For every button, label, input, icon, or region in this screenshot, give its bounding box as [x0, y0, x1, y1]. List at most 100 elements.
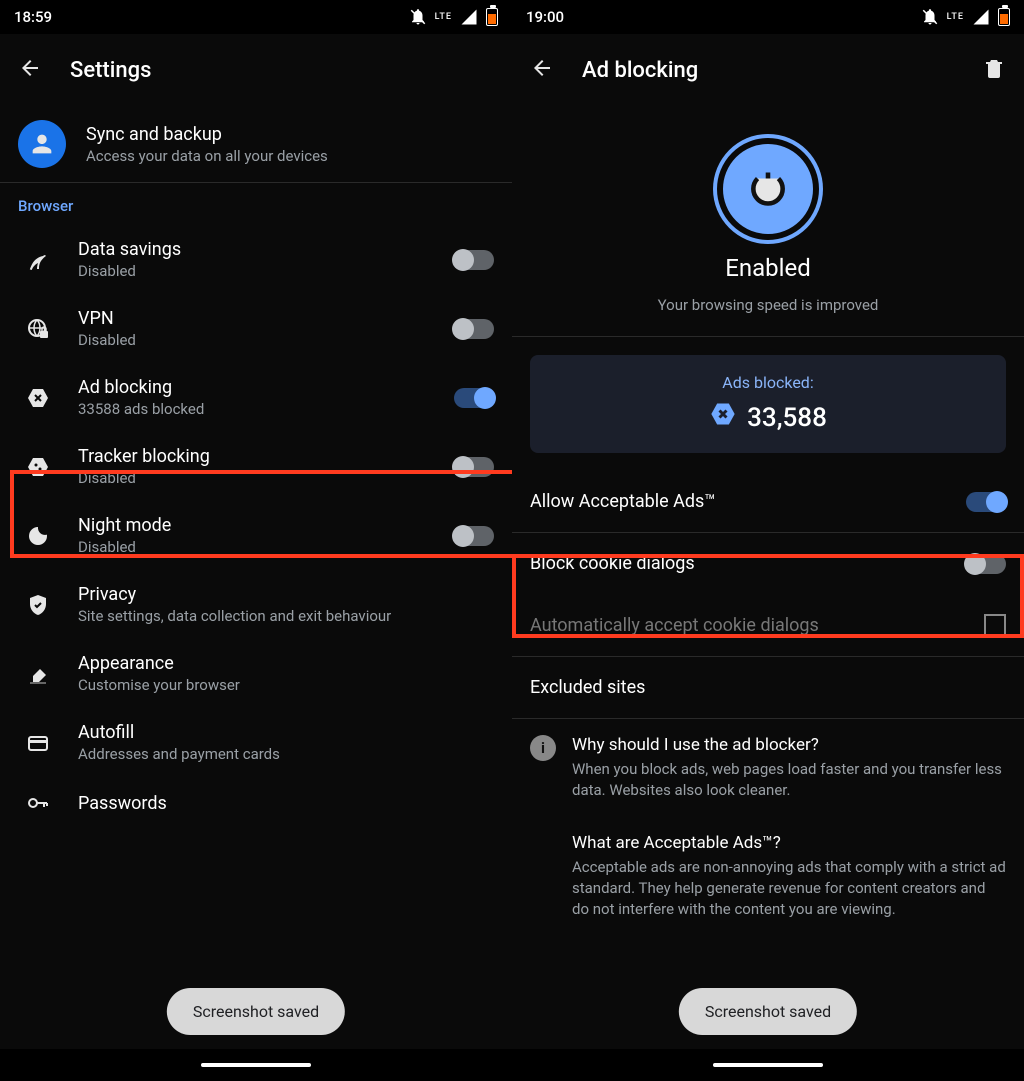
- account-avatar-icon: [18, 120, 66, 168]
- shield-check-icon: [18, 593, 58, 617]
- footprints-hex-icon: [18, 455, 58, 479]
- status-bar: 19:00 LTE: [512, 0, 1024, 34]
- hero-title: Enabled: [725, 254, 811, 282]
- block-cookie-dialogs-row[interactable]: Block cookie dialogs: [512, 533, 1024, 594]
- battery-icon: [998, 8, 1010, 26]
- row-label: Excluded sites: [530, 677, 645, 698]
- signal-icon: [460, 8, 478, 26]
- stats-label: Ads blocked:: [722, 373, 813, 392]
- excluded-sites-row[interactable]: Excluded sites: [512, 657, 1024, 718]
- item-title: Night mode: [78, 515, 434, 536]
- auto-accept-checkbox: [984, 614, 1006, 636]
- appearance-row[interactable]: Appearance Customise your browser: [0, 639, 512, 708]
- ad-blocking-screen: 19:00 LTE Ad blocking Enabled Your brows…: [512, 0, 1024, 1081]
- item-title: Privacy: [78, 584, 494, 605]
- app-bar: Settings: [0, 34, 512, 106]
- autofill-row[interactable]: Autofill Addresses and payment cards: [0, 708, 512, 777]
- item-title: Autofill: [78, 722, 494, 743]
- item-sub: 33588 ads blocked: [78, 400, 434, 418]
- leaf-icon: [18, 248, 58, 272]
- data-savings-row[interactable]: Data savings Disabled: [0, 225, 512, 294]
- hexagon-x-icon: [709, 400, 737, 435]
- auto-accept-cookie-row: Automatically accept cookie dialogs: [512, 594, 1024, 656]
- allow-acceptable-ads-row[interactable]: Allow Acceptable Ads™: [512, 471, 1024, 532]
- passwords-row[interactable]: Passwords: [0, 777, 512, 829]
- status-bar: 18:59 LTE: [0, 0, 512, 34]
- ads-blocked-card: Ads blocked: 33,588: [530, 355, 1006, 453]
- item-title: Passwords: [78, 793, 494, 814]
- item-sub: Addresses and payment cards: [78, 745, 494, 763]
- nav-bar: [512, 1049, 1024, 1081]
- page-title: Settings: [70, 58, 151, 83]
- row-label: Allow Acceptable Ads™: [530, 491, 716, 512]
- network-lte-icon: LTE: [435, 13, 452, 22]
- settings-screen: 18:59 LTE Settings Sync and backup Acces…: [0, 0, 512, 1081]
- item-sub: Customise your browser: [78, 676, 494, 694]
- vpn-row[interactable]: VPN Disabled: [0, 294, 512, 363]
- settings-content: Sync and backup Access your data on all …: [0, 106, 512, 1049]
- hero-sub: Your browsing speed is improved: [658, 296, 879, 314]
- item-title: Ad blocking: [78, 377, 434, 398]
- status-time: 18:59: [14, 8, 52, 26]
- sync-title: Sync and backup: [86, 124, 494, 145]
- ad-blocking-toggle[interactable]: [454, 388, 494, 408]
- do-not-disturb-icon: [921, 8, 939, 26]
- paint-bucket-icon: [18, 662, 58, 686]
- row-label: Block cookie dialogs: [530, 553, 695, 574]
- info-body: Acceptable ads are non-annoying ads that…: [572, 857, 1006, 920]
- item-sub: Disabled: [78, 262, 434, 280]
- acceptable-ads-toggle[interactable]: [966, 492, 1006, 512]
- moon-icon: [18, 524, 58, 548]
- item-title: Data savings: [78, 239, 434, 260]
- toast-screenshot: Screenshot saved: [167, 988, 345, 1035]
- tracker-blocking-row[interactable]: Tracker blocking Disabled: [0, 432, 512, 501]
- info-acceptable-block: What are Acceptable Ads™? Acceptable ads…: [512, 817, 1024, 936]
- data-savings-toggle[interactable]: [454, 250, 494, 270]
- do-not-disturb-icon: [409, 8, 427, 26]
- sync-sub: Access your data on all your devices: [86, 147, 494, 165]
- back-icon[interactable]: [530, 56, 554, 84]
- night-mode-row[interactable]: Night mode Disabled: [0, 501, 512, 570]
- ad-blocking-content: Enabled Your browsing speed is improved …: [512, 106, 1024, 1049]
- key-icon: [18, 791, 58, 815]
- battery-icon: [486, 8, 498, 26]
- info-icon: i: [530, 735, 556, 761]
- status-icons: LTE: [921, 8, 1010, 26]
- info-body: When you block ads, web pages load faste…: [572, 759, 1006, 801]
- item-sub: Disabled: [78, 538, 434, 556]
- status-icons: LTE: [409, 8, 498, 26]
- hexagon-x-icon: [18, 386, 58, 410]
- item-sub: Disabled: [78, 469, 434, 487]
- back-icon[interactable]: [18, 56, 42, 84]
- info-head: Why should I use the ad blocker?: [572, 735, 1006, 755]
- cookie-dialogs-toggle[interactable]: [966, 554, 1006, 574]
- item-sub: Disabled: [78, 331, 434, 349]
- privacy-row[interactable]: Privacy Site settings, data collection a…: [0, 570, 512, 639]
- item-title: Tracker blocking: [78, 446, 434, 467]
- page-title: Ad blocking: [582, 58, 698, 83]
- item-sub: Site settings, data collection and exit …: [78, 607, 494, 625]
- item-title: Appearance: [78, 653, 494, 674]
- network-lte-icon: LTE: [947, 13, 964, 22]
- info-why-block: i Why should I use the ad blocker? When …: [512, 719, 1024, 817]
- power-button[interactable]: [717, 138, 819, 240]
- item-title: VPN: [78, 308, 434, 329]
- info-head: What are Acceptable Ads™?: [572, 833, 1006, 853]
- trash-icon[interactable]: [982, 56, 1006, 84]
- ad-blocking-row[interactable]: Ad blocking 33588 ads blocked: [0, 363, 512, 432]
- globe-lock-icon: [18, 317, 58, 341]
- hero-section: Enabled Your browsing speed is improved: [512, 106, 1024, 336]
- status-time: 19:00: [526, 8, 564, 26]
- row-label: Automatically accept cookie dialogs: [530, 615, 819, 636]
- divider: [512, 336, 1024, 337]
- signal-icon: [972, 8, 990, 26]
- section-browser-label: Browser: [0, 183, 512, 225]
- sync-backup-row[interactable]: Sync and backup Access your data on all …: [0, 106, 512, 182]
- night-mode-toggle[interactable]: [454, 526, 494, 546]
- toast-screenshot: Screenshot saved: [679, 988, 857, 1035]
- stats-value: 33,588: [747, 403, 827, 433]
- vpn-toggle[interactable]: [454, 319, 494, 339]
- credit-card-icon: [18, 731, 58, 755]
- app-bar: Ad blocking: [512, 34, 1024, 106]
- tracker-toggle[interactable]: [454, 457, 494, 477]
